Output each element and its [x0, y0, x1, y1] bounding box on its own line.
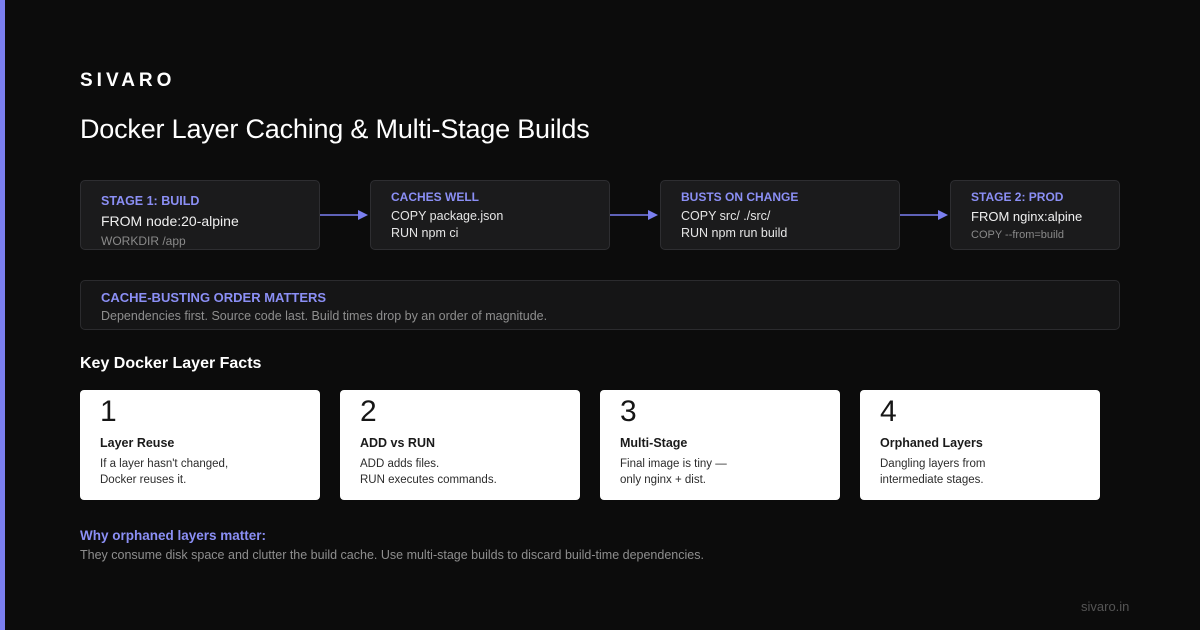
stage-prod-from: FROM nginx:alpine	[971, 209, 1083, 224]
brand-logo: SIVARO	[80, 70, 176, 91]
stage-build-from: FROM node:20-alpine	[101, 213, 239, 229]
caches-well-run: RUN npm ci	[391, 226, 459, 240]
facts-section-title: Key Docker Layer Facts	[80, 355, 262, 372]
busts-on-change-run: RUN npm run build	[681, 226, 788, 240]
why-heading: Why orphaned layers matter:	[80, 528, 267, 543]
page-title: Docker Layer Caching & Multi-Stage Build…	[80, 114, 590, 144]
caches-well-heading: CACHES WELL	[391, 190, 479, 204]
callout-heading: CACHE-BUSTING ORDER MATTERS	[101, 290, 327, 305]
fact-number: 4	[880, 395, 897, 428]
callout-body: Dependencies first. Source code last. Bu…	[101, 309, 548, 323]
fact-card-layer-reuse: 1 Layer Reuse If a layer hasn't changed,…	[80, 390, 320, 500]
fact-description: ADD adds files. RUN executes commands.	[360, 458, 497, 486]
stage-prod-box: STAGE 2: PROD FROM nginx:alpine COPY --f…	[950, 180, 1120, 250]
fact-description: If a layer hasn't changed, Docker reuses …	[100, 458, 229, 486]
accent-bar	[0, 0, 5, 630]
why-body: They consume disk space and clutter the …	[80, 548, 704, 562]
fact-name: Orphaned Layers	[880, 436, 983, 450]
fact-card-add-vs-run: 2 ADD vs RUN ADD adds files. RUN executes…	[340, 390, 580, 500]
fact-name: ADD vs RUN	[360, 436, 436, 450]
stage-build-heading: STAGE 1: BUILD	[101, 194, 200, 208]
arrow-right-icon	[320, 210, 368, 220]
fact-card-multi-stage: 3 Multi-Stage Final image is tiny — only …	[600, 390, 840, 500]
busts-on-change-copy: COPY src/ ./src/	[681, 209, 771, 223]
caches-well-box: CACHES WELL COPY package.json RUN npm ci	[370, 180, 610, 250]
arrow-right-icon	[610, 210, 658, 220]
busts-on-change-heading: BUSTS ON CHANGE	[681, 190, 799, 204]
cache-busting-callout: CACHE-BUSTING ORDER MATTERS Dependencies…	[80, 280, 1120, 330]
arrow-right-icon	[900, 210, 948, 220]
fact-description: Final image is tiny — only nginx + dist.	[620, 458, 727, 486]
busts-on-change-box: BUSTS ON CHANGE COPY src/ ./src/ RUN npm…	[660, 180, 900, 250]
stage-build-box: STAGE 1: BUILD FROM node:20-alpine WORKD…	[80, 180, 320, 250]
fact-name: Layer Reuse	[100, 436, 175, 450]
stage-prod-heading: STAGE 2: PROD	[971, 190, 1064, 204]
stage-build-workdir: WORKDIR /app	[101, 234, 186, 248]
fact-number: 2	[360, 395, 377, 428]
fact-description: Dangling layers from intermediate stages.	[880, 458, 986, 486]
fact-number: 1	[100, 395, 117, 428]
footer-link[interactable]: sivaro.in	[1081, 599, 1129, 614]
caches-well-copy: COPY package.json	[391, 209, 504, 223]
stage-prod-copy: COPY --from=build	[971, 229, 1065, 241]
fact-number: 3	[620, 395, 637, 428]
fact-card-orphaned-layers: 4 Orphaned Layers Dangling layers from in…	[860, 390, 1100, 500]
fact-name: Multi-Stage	[620, 436, 688, 450]
